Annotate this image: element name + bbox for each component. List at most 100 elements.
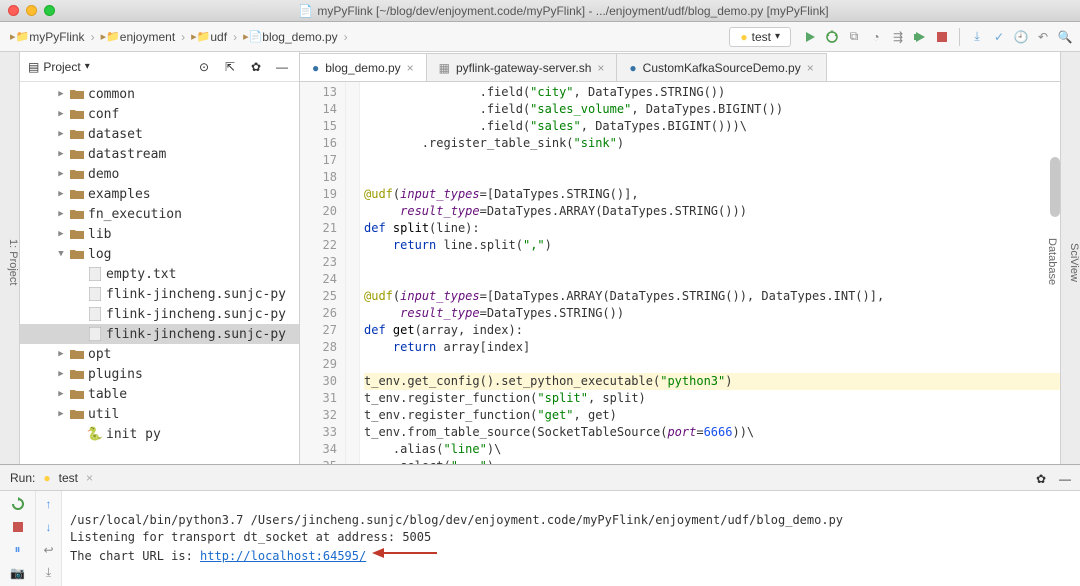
folder-icon: ▸📁 <box>191 30 210 43</box>
tree-row[interactable]: flink-jincheng.sunjc-py <box>20 284 299 304</box>
vcs-rollback-button[interactable]: ↶ <box>1034 28 1052 46</box>
tab-label: CustomKafkaSourceDemo.py <box>643 61 801 75</box>
scroll-from-source-icon[interactable]: ⊙ <box>195 58 213 76</box>
up-stack-button[interactable]: ↑ <box>40 495 57 514</box>
breadcrumb-item[interactable]: ▸📄 blog_demo.py <box>239 30 342 44</box>
tree-row[interactable]: 🐍init py <box>20 424 299 444</box>
tree-item-label: dataset <box>88 127 143 142</box>
breadcrumb-item[interactable]: ▸📁 myPyFlink <box>6 30 89 44</box>
tree-row[interactable]: flink-jincheng.sunjc-py <box>20 304 299 324</box>
disclosure-triangle-icon[interactable]: ▶ <box>56 389 66 399</box>
tree-row[interactable]: ▶opt <box>20 344 299 364</box>
attach-button[interactable] <box>911 28 929 46</box>
folder-icon: ▸📁 <box>10 30 29 43</box>
tree-row[interactable]: ▶datastream <box>20 144 299 164</box>
close-tab-icon[interactable]: × <box>807 61 814 75</box>
close-tab-icon[interactable]: × <box>86 471 93 485</box>
disclosure-triangle-icon[interactable]: ▶ <box>56 409 66 419</box>
tree-item-label: common <box>88 87 135 102</box>
disclosure-triangle-icon[interactable]: ▶ <box>56 149 66 159</box>
chevron-down-icon[interactable]: ▾ <box>85 61 90 72</box>
disclosure-triangle-icon[interactable]: ▶ <box>56 89 66 99</box>
close-tab-icon[interactable]: × <box>597 61 604 75</box>
vcs-history-button[interactable]: 🕘 <box>1012 28 1030 46</box>
chart-url-link[interactable]: http://localhost:64595/ <box>200 549 366 563</box>
search-everywhere-button[interactable]: 🔍 <box>1056 28 1074 46</box>
python-icon: ● <box>43 471 50 485</box>
editor-tab[interactable]: ●blog_demo.py× <box>299 53 427 81</box>
disclosure-triangle-icon[interactable]: ▶ <box>56 189 66 199</box>
run-button[interactable] <box>801 28 819 46</box>
project-pane: ▤ Project ▾ ⊙ ⇱ ✿ — ▶common▶conf▶dataset… <box>20 52 300 464</box>
tree-row[interactable]: ▶ fn_execution <box>20 204 299 224</box>
tree-item-label: fn_execution <box>88 207 182 222</box>
breadcrumb-item[interactable]: ▸📁 enjoyment <box>97 30 180 44</box>
dump-threads-button[interactable]: 📷 <box>4 563 31 582</box>
concurrent-button[interactable]: ⇶ <box>889 28 907 46</box>
disclosure-triangle-icon[interactable]: ▶ <box>56 229 66 239</box>
disclosure-triangle-icon[interactable]: ▶ <box>56 109 66 119</box>
tree-row[interactable]: ▶ examples <box>20 184 299 204</box>
hide-icon[interactable]: — <box>273 58 291 76</box>
hide-icon[interactable]: — <box>1056 470 1074 488</box>
editor-tab[interactable]: ▦pyflink-gateway-server.sh× <box>426 53 618 81</box>
disclosure-triangle-icon[interactable]: ▶ <box>56 129 66 139</box>
close-tab-icon[interactable]: × <box>407 61 414 75</box>
folder-icon <box>70 107 84 121</box>
tree-row[interactable]: ▶lib <box>20 224 299 244</box>
collapse-all-icon[interactable]: ⇱ <box>221 58 239 76</box>
tree-row[interactable]: ▶conf <box>20 104 299 124</box>
close-window-button[interactable] <box>8 5 19 16</box>
stop-button[interactable] <box>4 518 31 537</box>
scroll-to-end-button[interactable]: ⤓ <box>40 563 57 582</box>
breadcrumb: ▸📁 myPyFlink›▸📁 enjoyment›▸📁 udf›▸📄 blog… <box>6 22 350 51</box>
breadcrumb-item[interactable]: ▸📁 udf <box>187 30 231 44</box>
zoom-window-button[interactable] <box>44 5 55 16</box>
stop-button[interactable] <box>933 28 951 46</box>
tree-row[interactable]: flink-jincheng.sunjc-py <box>20 324 299 344</box>
tree-row[interactable]: ▶ common <box>20 84 299 104</box>
python-icon: ● <box>740 30 747 44</box>
settings-icon[interactable]: ✿ <box>247 58 265 76</box>
tree-item-label: flink-jincheng.sunjc-py <box>106 287 286 302</box>
pause-button[interactable]: ⏸ <box>4 541 31 560</box>
tree-row[interactable]: ▶demo <box>20 164 299 184</box>
vcs-update-button[interactable]: ⤓ <box>968 28 986 46</box>
run-config-selector[interactable]: ● test ▾ <box>729 27 791 47</box>
sciview-tab[interactable]: SciView <box>1068 243 1080 282</box>
down-stack-button[interactable]: ↓ <box>40 518 57 537</box>
python-file-icon: ▸📄 <box>243 30 262 43</box>
minimize-window-button[interactable] <box>26 5 37 16</box>
tree-row[interactable]: ▶table <box>20 384 299 404</box>
tree-item-label: examples <box>88 187 151 202</box>
window-title: 📄 myPyFlink [~/blog/dev/enjoyment.code/m… <box>55 4 1072 18</box>
tree-row[interactable]: ▼log <box>20 244 299 264</box>
disclosure-triangle-icon[interactable]: ▶ <box>56 169 66 179</box>
disclosure-triangle-icon[interactable]: ▶ <box>56 369 66 379</box>
project-tree[interactable]: ▶common▶conf▶dataset▶datastream▶demo▶exa… <box>20 82 299 464</box>
tree-item-label: plugins <box>88 367 143 382</box>
file-icon <box>88 327 102 341</box>
profile-button[interactable]: ◔ <box>867 28 885 46</box>
soft-wrap-button[interactable]: ↩ <box>40 541 57 560</box>
vcs-commit-button[interactable]: ✓ <box>990 28 1008 46</box>
disclosure-triangle-icon[interactable]: ▶ <box>56 209 66 219</box>
debug-button[interactable] <box>823 28 841 46</box>
disclosure-triangle-icon[interactable]: ▼ <box>56 249 66 259</box>
tree-row[interactable]: ▶util <box>20 404 299 424</box>
scrollbar-thumb[interactable] <box>1050 157 1060 217</box>
rerun-button[interactable] <box>4 495 31 514</box>
folder-icon <box>70 207 84 221</box>
tree-row[interactable]: ▶ plugins <box>20 364 299 384</box>
disclosure-triangle-icon[interactable]: ▶ <box>56 349 66 359</box>
tree-row[interactable]: empty.txt <box>20 264 299 284</box>
console-output[interactable]: /usr/local/bin/python3.7 /Users/jincheng… <box>62 491 1080 586</box>
code-editor[interactable]: .field("city", DataTypes.STRING()) .fiel… <box>360 82 1060 464</box>
settings-icon[interactable]: ✿ <box>1032 470 1050 488</box>
editor-tab[interactable]: ●CustomKafkaSourceDemo.py× <box>616 53 826 81</box>
project-tool-stripe[interactable]: 1: Project <box>0 52 20 464</box>
folder-icon <box>70 87 84 101</box>
tree-row[interactable]: ▶ dataset <box>20 124 299 144</box>
file-icon <box>88 307 102 321</box>
coverage-button[interactable]: ⧉ <box>845 28 863 46</box>
